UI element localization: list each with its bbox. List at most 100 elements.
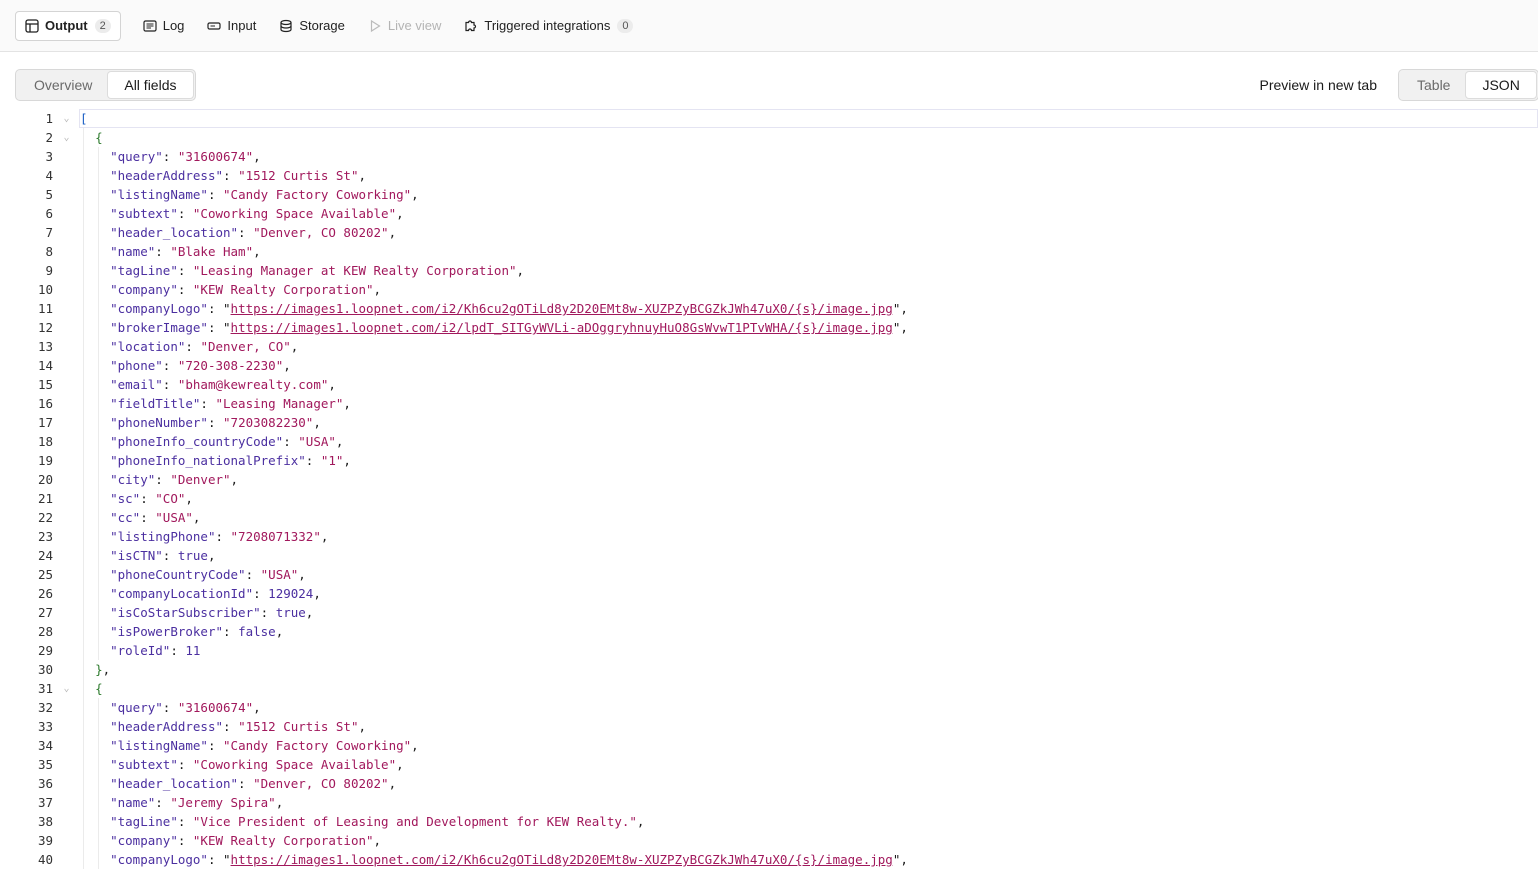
tab-storage[interactable]: Storage: [269, 11, 355, 41]
code-text: "isCTN": true,: [80, 546, 1538, 565]
code-line: 30 },: [15, 660, 1538, 679]
line-number: 11: [37, 301, 53, 316]
fold-chevron-icon[interactable]: ⌄: [53, 128, 80, 147]
code-line: 40 "companyLogo": "https://images1.loopn…: [15, 850, 1538, 869]
line-number: 3: [45, 149, 53, 164]
fold-gutter: [53, 489, 80, 508]
log-icon: [143, 19, 157, 33]
code-text: "tagLine": "Vice President of Leasing an…: [80, 812, 1538, 831]
fold-gutter: [53, 470, 80, 489]
line-number: 38: [37, 814, 53, 829]
line-number: 40: [37, 852, 53, 867]
fold-gutter: [53, 831, 80, 850]
line-number: 21: [37, 491, 53, 506]
fold-gutter: [53, 337, 80, 356]
fold-gutter: [53, 698, 80, 717]
line-number: 6: [45, 206, 53, 221]
fold-gutter: [53, 546, 80, 565]
tab-live-view: Live view: [358, 11, 451, 41]
code-line: 24 "isCTN": true,: [15, 546, 1538, 565]
code-line: 13 "location": "Denver, CO",: [15, 337, 1538, 356]
code-line: 2 ⌄ {: [15, 128, 1538, 147]
code-line: 32 "query": "31600674",: [15, 698, 1538, 717]
fold-gutter: [53, 774, 80, 793]
format-toggle: Table JSON: [1398, 69, 1538, 101]
code-text: "phoneCountryCode": "USA",: [80, 565, 1538, 584]
code-line: 22 "cc": "USA",: [15, 508, 1538, 527]
tab-label: Input: [227, 18, 257, 33]
table-format-button[interactable]: Table: [1401, 72, 1466, 98]
view-mode-toggle: Overview All fields: [15, 69, 196, 101]
fold-gutter: [53, 204, 80, 223]
line-number: 25: [37, 567, 53, 582]
line-number: 28: [37, 624, 53, 639]
code-text: "phoneInfo_countryCode": "USA",: [80, 432, 1538, 451]
code-line: 8 "name": "Blake Ham",: [15, 242, 1538, 261]
overview-button[interactable]: Overview: [18, 72, 108, 98]
line-number: 14: [37, 358, 53, 373]
code-line: 16 "fieldTitle": "Leasing Manager",: [15, 394, 1538, 413]
line-number: 13: [37, 339, 53, 354]
code-text: "isCoStarSubscriber": true,: [80, 603, 1538, 622]
code-text: "companyLogo": "https://images1.loopnet.…: [80, 299, 1538, 318]
tab-log[interactable]: Log: [133, 11, 195, 41]
code-text: "city": "Denver",: [80, 470, 1538, 489]
preview-in-new-tab-link[interactable]: Preview in new tab: [1259, 69, 1377, 101]
puzzle-icon: [464, 19, 478, 33]
code-line: 33 "headerAddress": "1512 Curtis St",: [15, 717, 1538, 736]
code-line: 12 "brokerImage": "https://images1.loopn…: [15, 318, 1538, 337]
code-text: [: [80, 111, 88, 126]
code-line: 3 "query": "31600674",: [15, 147, 1538, 166]
fold-gutter: [53, 166, 80, 185]
line-number: 12: [37, 320, 53, 335]
all-fields-button[interactable]: All fields: [108, 72, 193, 98]
code-text: "name": "Blake Ham",: [80, 242, 1538, 261]
fold-gutter: [53, 185, 80, 204]
json-editor[interactable]: 1 ⌄[2 ⌄ {3 "query": "31600674", 4 "headerAd…: [15, 109, 1538, 871]
fold-gutter: [53, 603, 80, 622]
code-line: 36 "header_location": "Denver, CO 80202"…: [15, 774, 1538, 793]
fold-gutter: [53, 584, 80, 603]
line-number: 10: [37, 282, 53, 297]
fold-gutter: [53, 394, 80, 413]
code-text: "query": "31600674",: [80, 147, 1538, 166]
line-number: 2: [45, 130, 53, 145]
line-number: 33: [37, 719, 53, 734]
view-controls: Overview All fields Preview in new tab T…: [15, 69, 1538, 101]
code-line: 11 "companyLogo": "https://images1.loopn…: [15, 299, 1538, 318]
tab-label: Output: [45, 18, 88, 33]
fold-gutter: [53, 717, 80, 736]
code-line: 9 "tagLine": "Leasing Manager at KEW Rea…: [15, 261, 1538, 280]
fold-gutter: [53, 261, 80, 280]
code-text: "phoneNumber": "7203082230",: [80, 413, 1538, 432]
tab-label: Triggered integrations: [484, 18, 611, 33]
fold-gutter: [53, 850, 80, 869]
tab-count-badge: 0: [617, 18, 634, 33]
fold-chevron-icon[interactable]: ⌄: [53, 109, 80, 128]
fold-gutter: [53, 793, 80, 812]
fold-gutter: [53, 432, 80, 451]
storage-icon: [279, 19, 293, 33]
fold-gutter: [53, 223, 80, 242]
code-line: 26 "companyLocationId": 129024,: [15, 584, 1538, 603]
tab-triggered-integrations[interactable]: Triggered integrations 0: [454, 11, 643, 41]
tab-input[interactable]: Input: [197, 11, 266, 41]
fold-gutter: [53, 565, 80, 584]
code-line: 14 "phone": "720-308-2230",: [15, 356, 1538, 375]
code-text: {: [80, 128, 1538, 147]
code-line: 39 "company": "KEW Realty Corporation",: [15, 831, 1538, 850]
line-number: 34: [37, 738, 53, 753]
code-text: "subtext": "Coworking Space Available",: [80, 204, 1538, 223]
line-number: 30: [37, 662, 53, 677]
code-text: "headerAddress": "1512 Curtis St",: [80, 166, 1538, 185]
tab-output[interactable]: Output 2: [15, 10, 121, 41]
code-text: "headerAddress": "1512 Curtis St",: [80, 717, 1538, 736]
code-line: 19 "phoneInfo_nationalPrefix": "1",: [15, 451, 1538, 470]
json-format-button[interactable]: JSON: [1466, 72, 1536, 98]
code-text: "fieldTitle": "Leasing Manager",: [80, 394, 1538, 413]
line-number: 5: [45, 187, 53, 202]
fold-chevron-icon[interactable]: ⌄: [53, 679, 80, 698]
code-line: 4 "headerAddress": "1512 Curtis St",: [15, 166, 1538, 185]
fold-gutter: [53, 280, 80, 299]
fold-gutter: [53, 147, 80, 166]
